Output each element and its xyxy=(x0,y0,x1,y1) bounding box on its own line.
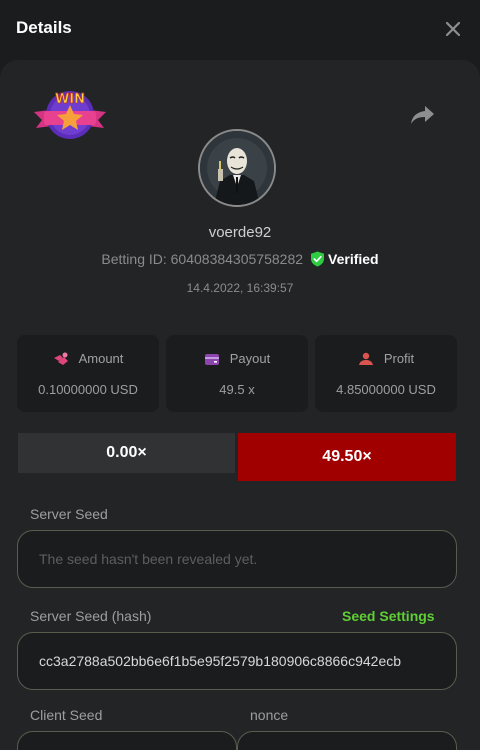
payout-card: Payout 49.5 x xyxy=(166,335,308,412)
betting-id: Betting ID: 60408384305758282 xyxy=(101,251,304,267)
page-title: Details xyxy=(16,18,72,37)
profit-label: Profit xyxy=(383,351,415,366)
amount-label: Amount xyxy=(78,351,124,366)
server-seed-placeholder: The seed hasn't been revealed yet. xyxy=(39,551,258,567)
timestamp: 14.4.2022, 16:39:57 xyxy=(186,281,294,295)
win-badge-icon: WIN xyxy=(30,86,110,146)
amount-value: 0.10000000 USD xyxy=(38,382,138,397)
avatar xyxy=(198,129,276,207)
payout-value: 49.5 x xyxy=(219,382,255,397)
username: voerde92 xyxy=(208,224,272,241)
profit-value: 4.85000000 USD xyxy=(336,382,436,397)
server-seed-label: Server Seed xyxy=(30,506,108,522)
profit-icon xyxy=(358,352,373,365)
multiplier-right-button[interactable]: 49.50× xyxy=(238,433,456,481)
nonce-label: nonce xyxy=(250,707,289,723)
client-seed-field[interactable] xyxy=(17,731,237,750)
server-seed-field[interactable]: The seed hasn't been revealed yet. xyxy=(17,530,457,588)
verified-badge: Verified xyxy=(310,251,379,267)
client-seed-label: Client Seed xyxy=(30,707,103,723)
share-icon[interactable] xyxy=(410,104,436,126)
seed-settings-link[interactable]: Seed Settings xyxy=(342,608,435,624)
amount-card: Amount 0.10000000 USD xyxy=(17,335,159,412)
details-header: Details xyxy=(0,0,480,60)
payout-label: Payout xyxy=(229,351,271,366)
nonce-field[interactable] xyxy=(237,731,457,750)
server-seed-hash-value: cc3a2788a502bb6e6f1b5e95f2579b180906c886… xyxy=(39,653,402,669)
verified-label: Verified xyxy=(328,251,379,267)
server-seed-hash-field[interactable]: cc3a2788a502bb6e6f1b5e95f2579b180906c886… xyxy=(17,632,457,690)
badge-text: WIN xyxy=(55,92,85,107)
server-seed-hash-label: Server Seed (hash) xyxy=(30,608,152,624)
profit-card: Profit 4.85000000 USD xyxy=(315,335,457,412)
amount-icon xyxy=(53,352,68,365)
close-icon[interactable] xyxy=(444,20,462,38)
multiplier-left-button[interactable]: 0.00× xyxy=(18,433,235,473)
wallet-icon xyxy=(204,353,219,365)
verified-shield-icon xyxy=(311,251,325,267)
betting-id-row: Betting ID: 60408384305758282 Verified xyxy=(0,251,480,267)
